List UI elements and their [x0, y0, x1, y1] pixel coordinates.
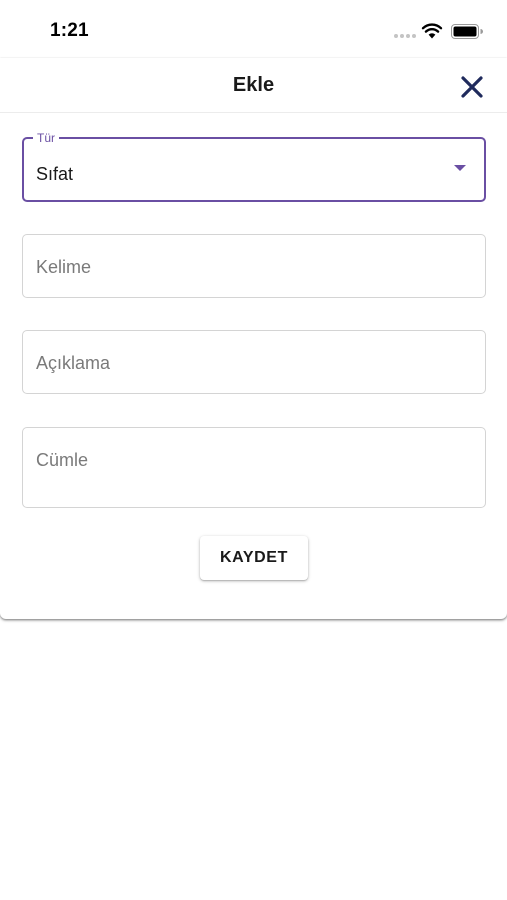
screen: 1:21 Ekle Tür Sıfat Kelime Açıklama Cüml… [0, 0, 507, 900]
description-input[interactable]: Açıklama [22, 330, 486, 394]
close-button[interactable] [456, 72, 488, 102]
wifi-icon [421, 23, 443, 39]
sentence-input-placeholder: Cümle [36, 450, 89, 470]
word-input-placeholder: Kelime [36, 257, 92, 277]
type-select-value: Sıfat [36, 164, 74, 184]
sheet-header: Ekle [0, 58, 507, 113]
word-input[interactable]: Kelime [22, 234, 486, 298]
dropdown-arrow-icon[interactable] [454, 165, 466, 171]
sentence-input[interactable]: Cümle [22, 427, 486, 508]
signal-dots-icon [394, 34, 418, 38]
save-button[interactable]: KAYDET [200, 536, 308, 580]
status-time: 1:21 [50, 20, 89, 41]
add-sheet: Ekle Tür Sıfat Kelime Açıklama Cümle KAY… [0, 58, 507, 619]
description-input-placeholder: Açıklama [36, 353, 111, 373]
status-bar: 1:21 [0, 0, 507, 58]
sheet-title: Ekle [232, 74, 275, 96]
close-icon [461, 76, 483, 98]
type-select-label: Tür [33, 130, 59, 146]
type-select[interactable]: Tür Sıfat [22, 130, 486, 202]
battery-icon [451, 24, 483, 39]
